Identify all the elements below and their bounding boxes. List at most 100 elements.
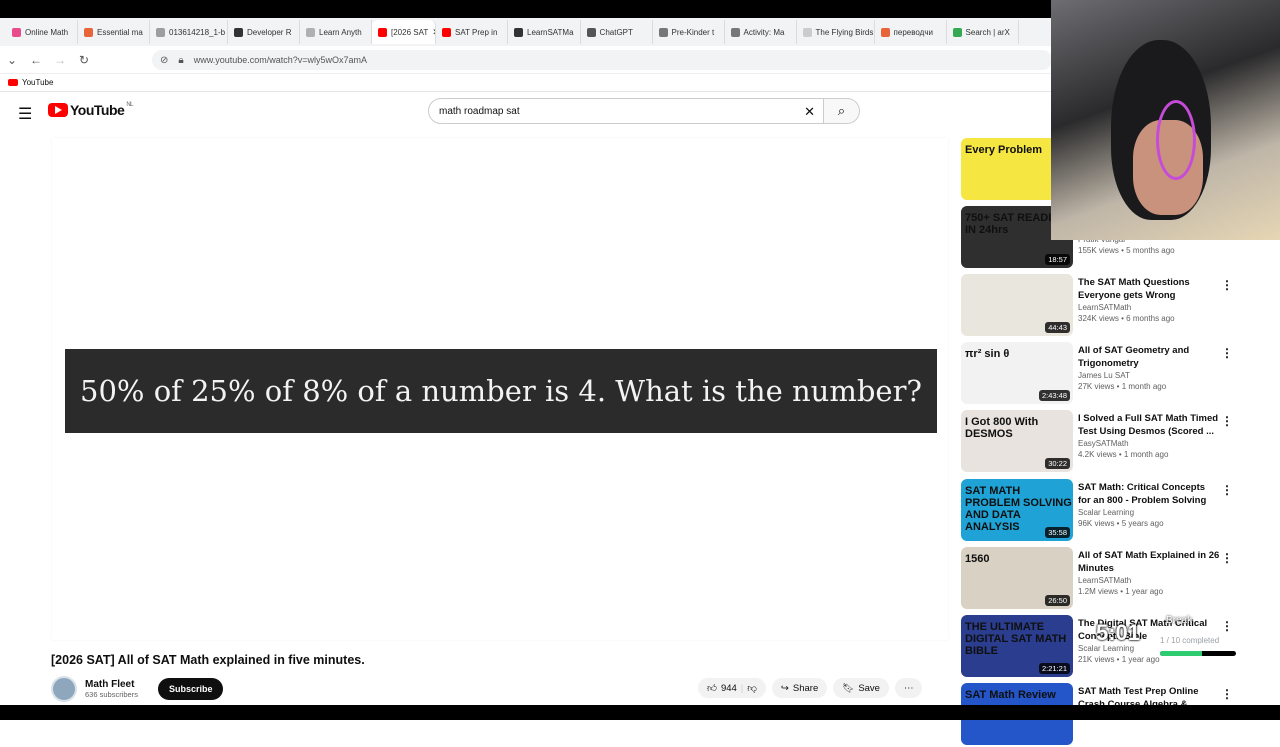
- address-bar[interactable]: ⊘ 🔒︎ www.youtube.com/watch?v=wly5wOx7amA: [152, 50, 1052, 70]
- subscribe-button[interactable]: Subscribe: [157, 678, 224, 700]
- tab-favicon-icon: [156, 27, 165, 37]
- more-vertical-icon[interactable]: ⋮: [1221, 687, 1233, 701]
- browser-tab[interactable]: SAT Prep in: [436, 20, 508, 44]
- share-icon: ↪: [780, 682, 789, 694]
- timer-progress-fill: [1160, 651, 1202, 656]
- browser-tab[interactable]: Pre-Kinder t: [653, 20, 725, 44]
- recommended-video[interactable]: SAT MATH PROBLEM SOLVING AND DATA ANALYS…: [961, 479, 1251, 543]
- search-button[interactable]: ⌕: [824, 98, 860, 124]
- forward-icon[interactable]: →: [48, 53, 72, 67]
- thumbnail-text: SAT Math Review: [965, 689, 1056, 701]
- video-thumbnail[interactable]: THE ULTIMATE DIGITAL SAT MATH BIBLE 2:21:…: [961, 615, 1073, 677]
- video-thumbnail[interactable]: 44:43: [961, 274, 1073, 336]
- clear-search-icon[interactable]: ✕: [804, 104, 815, 120]
- more-vertical-icon[interactable]: ⋮: [1221, 619, 1233, 633]
- share-button[interactable]: ↪ Share: [771, 678, 828, 698]
- view-stats: 324K views • 6 months ago: [1078, 314, 1175, 323]
- browser-tab[interactable]: Developer R: [228, 20, 300, 44]
- view-stats: 155K views • 5 months ago: [1078, 246, 1175, 255]
- youtube-logo[interactable]: YouTube NL: [48, 102, 133, 118]
- save-label: Save: [858, 682, 880, 694]
- save-button[interactable]: 🔖︎ Save: [833, 678, 889, 698]
- browser-tab[interactable]: [2026 SAT✕: [372, 20, 436, 44]
- more-vertical-icon[interactable]: ⋮: [1221, 414, 1233, 428]
- bookmark-icon: 🔖︎: [842, 682, 855, 694]
- browser-tab[interactable]: 013614218_1-b: [150, 20, 228, 44]
- site-info-icon[interactable]: ⊘: [160, 55, 168, 66]
- video-thumbnail[interactable]: SAT MATH PROBLEM SOLVING AND DATA ANALYS…: [961, 479, 1073, 541]
- timer-progress-bar: [1160, 651, 1236, 656]
- tab-favicon-icon: [442, 27, 451, 37]
- browser-tab[interactable]: Online Math: [6, 20, 78, 44]
- channel-name[interactable]: Math Fleet: [85, 679, 138, 690]
- browser-tab-strip: Online Math Essential ma 013614218_1-b Deve…: [0, 18, 1060, 46]
- like-button[interactable]: 👍︎ 944 | 👎︎: [698, 678, 766, 698]
- view-stats: 27K views • 1 month ago: [1078, 382, 1167, 391]
- recommended-video[interactable]: 44:43 The SAT Math Questions Everyone get…: [961, 274, 1251, 338]
- video-thumbnail[interactable]: πr² sin θ 2:43:48: [961, 342, 1073, 404]
- browser-tab[interactable]: переводчи: [875, 20, 947, 44]
- video-actions: 👍︎ 944 | 👎︎ ↪ Share 🔖︎ Save ⋯: [698, 678, 923, 698]
- channel-name: Scalar Learning: [1078, 508, 1135, 517]
- more-vertical-icon[interactable]: ⋮: [1221, 483, 1233, 497]
- tab-favicon-icon: [802, 27, 812, 37]
- search-input[interactable]: math roadmap sat ✕: [428, 98, 824, 124]
- channel-avatar[interactable]: [51, 676, 77, 702]
- tab-search-icon[interactable]: ⌄: [0, 53, 24, 67]
- more-horizontal-icon: ⋯: [903, 682, 914, 694]
- tab-label: ChatGPT: [599, 27, 633, 37]
- tab-label: Learn Anyth: [319, 27, 362, 37]
- browser-tab[interactable]: Search | arX: [947, 20, 1019, 44]
- video-title: All of SAT Math Explained in 26 Minutes: [1078, 550, 1220, 574]
- subscriber-count: 636 subscribers: [85, 690, 138, 699]
- browser-tab[interactable]: ChatGPT: [581, 20, 653, 44]
- reload-icon[interactable]: ↻: [72, 53, 96, 67]
- search-query: math roadmap sat: [439, 105, 520, 117]
- video-duration: 18:57: [1045, 254, 1070, 265]
- tab-favicon-icon: [234, 27, 243, 37]
- browser-tab[interactable]: Essential ma: [78, 20, 150, 44]
- more-vertical-icon[interactable]: ⋮: [1221, 346, 1233, 360]
- video-duration: 44:43: [1045, 322, 1070, 333]
- video-duration: 35:58: [1045, 527, 1070, 538]
- tab-label: Activity: Ma: [743, 27, 785, 37]
- tab-favicon-icon: [730, 27, 740, 37]
- video-title: All of SAT Geometry and Trigonometry: [1078, 345, 1190, 369]
- video-duration: 26:50: [1045, 595, 1070, 606]
- video-title: SAT Math: Critical Concepts for an 800 -…: [1078, 482, 1207, 506]
- video-owner: Math Fleet 636 subscribers Subscribe: [51, 676, 224, 702]
- tab-label: [2026 SAT: [391, 27, 429, 37]
- like-count: 944: [720, 682, 737, 694]
- recommended-video[interactable]: 1560 26:50 All of SAT Math Explained in 26…: [961, 547, 1251, 611]
- recommended-video[interactable]: I Got 800 With DESMOS 30:22 I Solved a Ful…: [961, 410, 1251, 474]
- more-vertical-icon[interactable]: ⋮: [1221, 551, 1233, 565]
- browser-tab[interactable]: The Flying Birds: [797, 20, 875, 44]
- tab-label: SAT Prep in: [455, 27, 498, 37]
- thumbs-down-icon[interactable]: 👎︎: [747, 682, 757, 694]
- tab-favicon-icon: [586, 27, 596, 37]
- browser-tab[interactable]: Learn Anyth: [300, 20, 372, 44]
- channel-name: LearnSATMath: [1078, 576, 1132, 585]
- tab-label: 013614218_1-b: [169, 27, 226, 37]
- bookmarks-bar: YouTube: [0, 74, 1060, 92]
- recommended-video[interactable]: πr² sin θ 2:43:48 All of SAT Geometry and …: [961, 342, 1251, 406]
- browser-tab[interactable]: LearnSATMa: [508, 20, 581, 44]
- menu-icon[interactable]: ☰: [18, 104, 32, 124]
- view-stats: 4.2K views • 1 month ago: [1078, 450, 1169, 459]
- view-stats: 1.2M views • 1 year ago: [1078, 587, 1164, 596]
- video-thumbnail[interactable]: I Got 800 With DESMOS 30:22: [961, 410, 1073, 472]
- tab-label: Essential ma: [97, 27, 143, 37]
- thumbnail-text: SAT MATH PROBLEM SOLVING AND DATA ANALYS…: [965, 485, 1072, 533]
- lock-icon: 🔒︎: [178, 54, 184, 66]
- youtube-play-icon: [48, 103, 68, 117]
- back-icon[interactable]: ←: [24, 53, 48, 67]
- webcam-overlay: [1051, 0, 1280, 240]
- share-label: Share: [792, 682, 819, 694]
- browser-tab[interactable]: Activity: Ma: [725, 20, 797, 44]
- url-text: www.youtube.com/watch?v=wly5wOx7amA: [193, 55, 368, 65]
- video-thumbnail[interactable]: 1560 26:50: [961, 547, 1073, 609]
- video-player[interactable]: 50% of 25% of 8% of a number is 4. What …: [52, 138, 948, 640]
- more-vertical-icon[interactable]: ⋮: [1221, 278, 1233, 292]
- bookmark-youtube[interactable]: YouTube: [22, 78, 53, 87]
- more-actions-button[interactable]: ⋯: [894, 678, 923, 698]
